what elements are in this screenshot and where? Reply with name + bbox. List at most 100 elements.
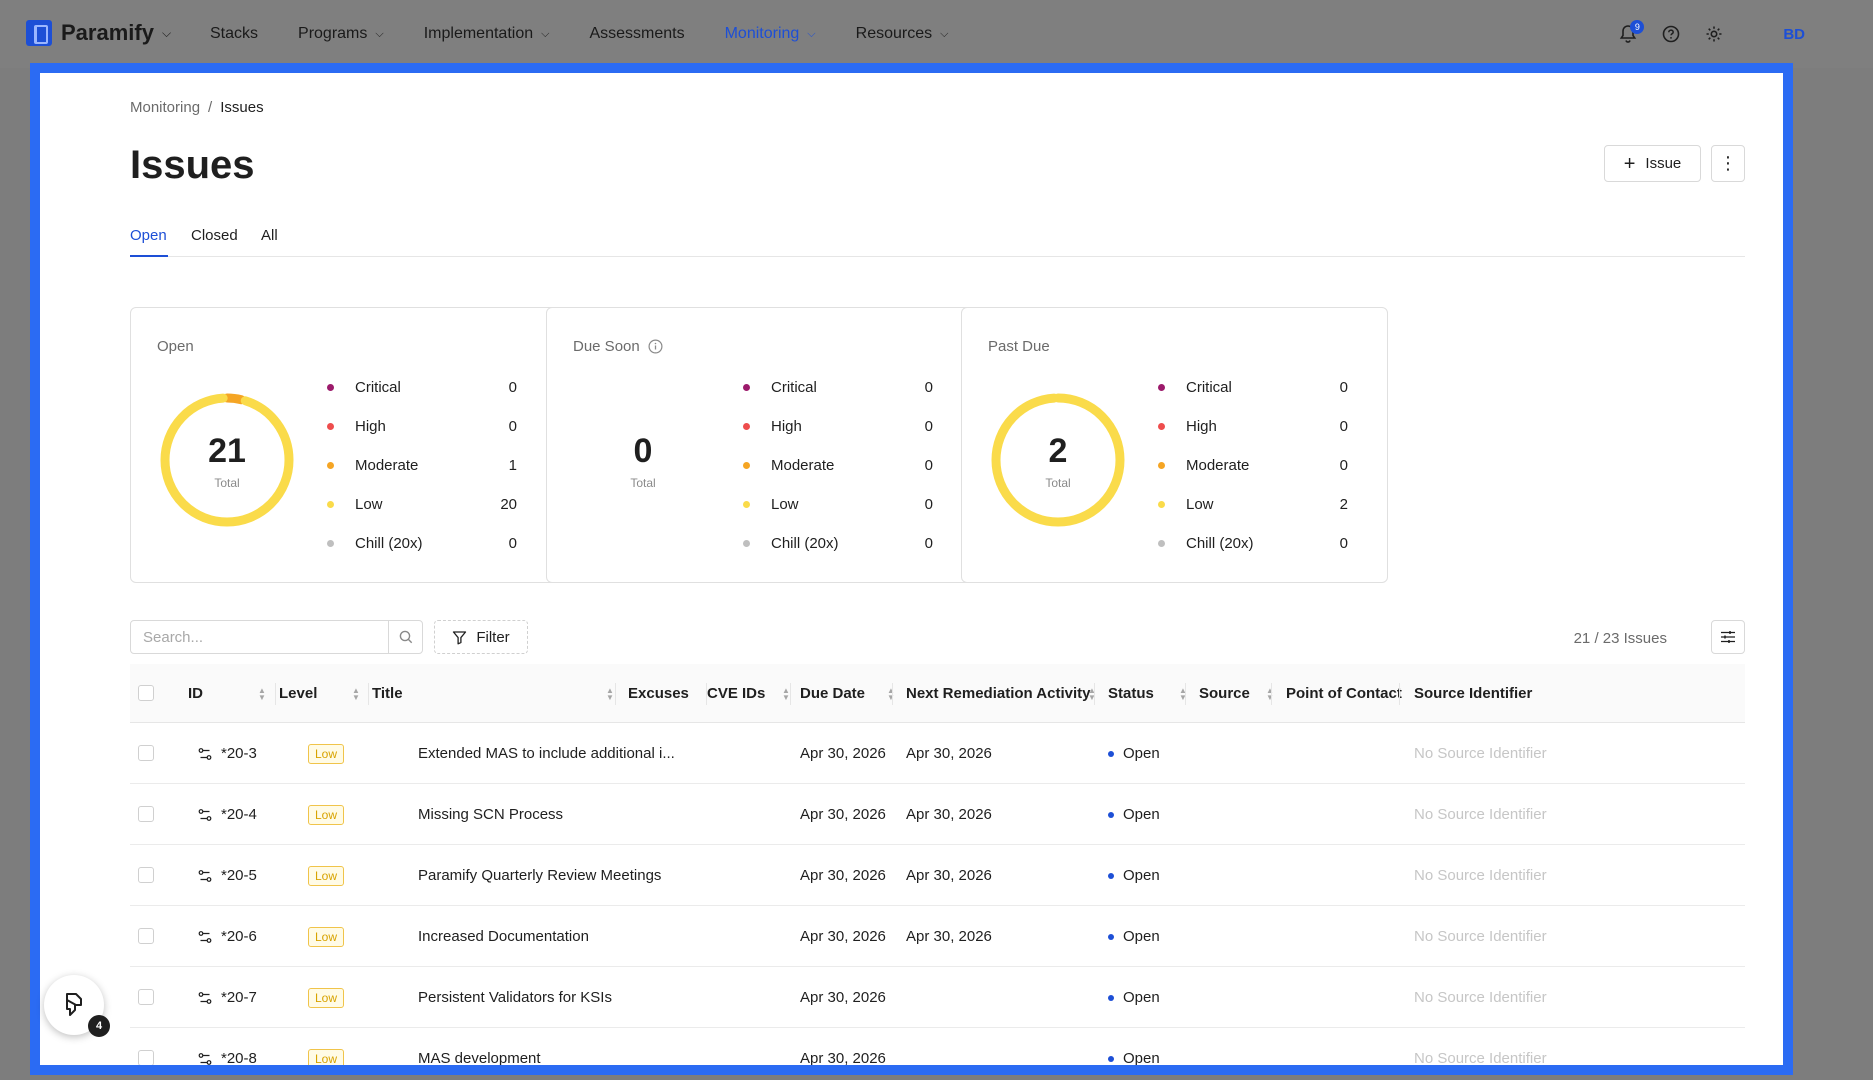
- column-header-source-identifier[interactable]: Source Identifier: [1414, 664, 1532, 723]
- paramify-logo-icon: [26, 20, 52, 46]
- sort-icon[interactable]: ▲ ▼: [1266, 687, 1274, 702]
- status-tabs: Open Closed All: [130, 227, 1745, 257]
- brand-switcher[interactable]: Paramify ⌵: [26, 20, 171, 46]
- next-remediation-date: Apr 30, 2026: [906, 928, 992, 945]
- table-row[interactable]: *20-3 Low Extended MAS to include addition…: [130, 723, 1745, 784]
- column-header-status[interactable]: Status: [1108, 664, 1154, 723]
- tab-all[interactable]: All: [261, 227, 278, 244]
- filter-button[interactable]: Filter: [434, 620, 528, 654]
- legend-row-chill-20x: Chill (20x) 0: [327, 524, 517, 563]
- issue-id-cell[interactable]: *20-7: [198, 967, 257, 1028]
- user-avatar[interactable]: BD: [1783, 26, 1805, 43]
- column-divider[interactable]: [1094, 683, 1095, 705]
- level-badge: Low: [308, 865, 345, 886]
- assistant-button[interactable]: 4: [44, 975, 110, 1037]
- sort-icon[interactable]: ▲ ▼: [352, 687, 360, 702]
- row-checkbox[interactable]: [138, 806, 154, 822]
- column-header-id[interactable]: ID: [188, 664, 203, 723]
- table-row[interactable]: *20-6 Low Increased Documentation Apr 30, 2…: [130, 906, 1745, 967]
- brand-name: Paramify: [61, 20, 154, 45]
- issue-id-cell[interactable]: *20-4: [198, 784, 257, 845]
- gear-icon[interactable]: [1704, 24, 1724, 44]
- nav-item-programs[interactable]: Programs ⌵: [298, 25, 384, 43]
- column-settings-button[interactable]: [1711, 620, 1745, 654]
- row-checkbox[interactable]: [138, 928, 154, 944]
- issue-id: *20-7: [221, 989, 257, 1006]
- card-title: Open: [157, 338, 194, 355]
- legend-row-low: Low 20: [327, 485, 517, 524]
- issue-title: MAS development: [418, 1050, 541, 1065]
- row-checkbox[interactable]: [138, 867, 154, 883]
- column-divider[interactable]: [706, 683, 707, 705]
- status-cell: Open: [1108, 906, 1160, 967]
- nav-item-stacks[interactable]: Stacks: [210, 25, 258, 43]
- table-row[interactable]: *20-7 Low Persistent Validators for KSIs Ap…: [130, 967, 1745, 1028]
- select-all-checkbox[interactable]: [138, 685, 154, 701]
- column-divider[interactable]: [275, 683, 276, 705]
- bell-icon[interactable]: 9: [1618, 20, 1645, 44]
- sort-icon[interactable]: ▲ ▼: [258, 687, 266, 702]
- nav-item-resources[interactable]: Resources ⌵: [856, 25, 949, 43]
- tab-open[interactable]: Open: [130, 227, 167, 244]
- next-remediation-date: Apr 30, 2026: [906, 867, 992, 884]
- level-count: 0: [924, 379, 933, 396]
- tab-closed[interactable]: Closed: [191, 227, 238, 244]
- sort-icon[interactable]: ▲ ▼: [887, 687, 895, 702]
- column-header-title[interactable]: Title: [372, 664, 403, 723]
- notification-count-badge: 9: [1630, 20, 1645, 34]
- poam-link-icon: [198, 991, 212, 1004]
- column-divider[interactable]: [368, 683, 369, 705]
- row-checkbox[interactable]: [138, 745, 154, 761]
- table-row[interactable]: *20-5 Low Paramify Quarterly Review Meetin…: [130, 845, 1745, 906]
- level-dot-icon: [743, 384, 750, 391]
- nav-item-assessments[interactable]: Assessments: [589, 25, 684, 43]
- issue-title: Paramify Quarterly Review Meetings: [418, 867, 662, 884]
- row-checkbox[interactable]: [138, 989, 154, 1005]
- sort-icon[interactable]: ▲ ▼: [606, 687, 614, 702]
- table-row[interactable]: *20-4 Low Missing SCN Process Apr 30, 2026 A…: [130, 784, 1745, 845]
- column-header-point-of-contact[interactable]: Point of Contact: [1286, 664, 1402, 723]
- row-checkbox[interactable]: [138, 1050, 154, 1065]
- table-row[interactable]: *20-8 Low MAS development Apr 30, 2026 Open N…: [130, 1028, 1745, 1065]
- search-input[interactable]: [131, 621, 388, 653]
- poam-link-icon: [198, 1052, 212, 1065]
- add-issue-button[interactable]: + Issue: [1604, 145, 1701, 182]
- column-divider[interactable]: [1271, 683, 1272, 705]
- column-divider[interactable]: [892, 683, 893, 705]
- level-badge: Low: [308, 804, 345, 825]
- sort-icon[interactable]: ▲ ▼: [782, 687, 790, 702]
- issue-id-cell[interactable]: *20-5: [198, 845, 257, 906]
- column-divider[interactable]: [615, 683, 616, 705]
- column-header-cve-ids[interactable]: CVE IDs: [707, 664, 765, 723]
- level-dot-icon: [327, 462, 334, 469]
- breadcrumb-monitoring[interactable]: Monitoring: [130, 99, 200, 116]
- issue-title: Increased Documentation: [418, 928, 589, 945]
- search-button[interactable]: [388, 621, 422, 653]
- nav-item-monitoring[interactable]: Monitoring ⌵: [725, 25, 816, 43]
- column-header-next-remediation-activity[interactable]: Next Remediation Activity: [906, 664, 1091, 723]
- column-header-due-date[interactable]: Due Date: [800, 664, 865, 723]
- column-header-level[interactable]: Level: [279, 664, 317, 723]
- column-header-source[interactable]: Source: [1199, 664, 1250, 723]
- column-divider[interactable]: [790, 683, 791, 705]
- due-date: Apr 30, 2026: [800, 1050, 886, 1065]
- info-icon[interactable]: [648, 339, 663, 354]
- column-divider[interactable]: [1185, 683, 1186, 705]
- level-cell: Low: [308, 845, 345, 906]
- nav-item-implementation[interactable]: Implementation ⌵: [424, 25, 550, 43]
- issue-id-cell[interactable]: *20-3: [198, 723, 257, 784]
- legend-row-moderate: Moderate 0: [1158, 446, 1348, 485]
- level-dot-icon: [743, 462, 750, 469]
- card-total: 0: [633, 432, 653, 470]
- level-count: 0: [924, 535, 933, 552]
- column-divider[interactable]: [1399, 683, 1400, 705]
- help-icon[interactable]: [1661, 24, 1681, 44]
- column-header-excuses[interactable]: Excuses: [628, 664, 689, 723]
- issue-title: Persistent Validators for KSIs: [418, 989, 612, 1006]
- issue-id-cell[interactable]: *20-6: [198, 906, 257, 967]
- summary-card-past-due: Past Due 2 Total Critical 0 High 0 Moderate 0 Low…: [961, 307, 1388, 583]
- level-label: High: [1186, 418, 1217, 435]
- issue-id-cell[interactable]: *20-8: [198, 1028, 257, 1065]
- more-options-button[interactable]: ⋮: [1711, 145, 1745, 182]
- issue-id: *20-6: [221, 928, 257, 945]
